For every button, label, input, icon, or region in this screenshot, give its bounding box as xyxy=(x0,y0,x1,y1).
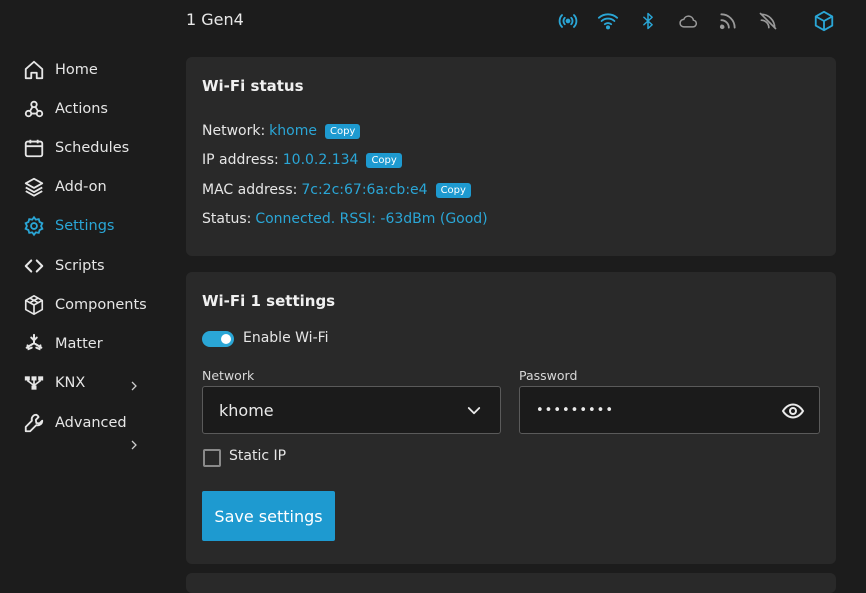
sidebar-item-advanced[interactable]: Advanced xyxy=(22,411,127,435)
rss-icon[interactable] xyxy=(716,9,740,33)
sidebar-item-label: Advanced xyxy=(55,415,127,431)
sidebar-item-label: Components xyxy=(55,297,147,313)
sidebar-item-add-on[interactable]: Add-on xyxy=(22,175,107,199)
sidebar-item-label: Add-on xyxy=(55,179,107,195)
sidebar-item-scripts[interactable]: Scripts xyxy=(22,254,105,278)
sidebar-item-components[interactable]: Components xyxy=(22,293,147,317)
status-icons xyxy=(556,9,834,33)
chevron-down-icon[interactable] xyxy=(462,399,486,423)
static-ip-checkbox[interactable] xyxy=(203,449,221,467)
sidebar-item-matter[interactable]: Matter xyxy=(22,332,103,356)
actions-icon xyxy=(22,97,46,121)
sidebar-item-label: Scripts xyxy=(55,258,105,274)
top-bar: 1 Gen4 xyxy=(0,0,866,42)
password-field[interactable]: ••••••••• xyxy=(519,386,820,434)
enable-wifi-label: Enable Wi-Fi xyxy=(243,330,329,346)
network-row: Network: khome Copy xyxy=(202,123,361,139)
sidebar-item-home[interactable]: Home xyxy=(22,58,98,82)
card-title: Wi-Fi status xyxy=(202,77,304,95)
copy-network-button[interactable]: Copy xyxy=(324,123,361,139)
sidebar-item-label: Matter xyxy=(55,336,103,352)
no-link-icon[interactable] xyxy=(756,9,780,33)
sidebar-item-label: Settings xyxy=(55,218,115,234)
network-value: khome xyxy=(269,123,317,139)
calendar-icon xyxy=(22,136,46,160)
ip-value: 10.0.2.134 xyxy=(282,152,359,168)
sidebar-item-label: Schedules xyxy=(55,140,130,156)
cloud-icon[interactable] xyxy=(676,9,700,33)
access-point-icon[interactable] xyxy=(556,9,580,33)
toggle-knob xyxy=(221,334,231,344)
wifi1-settings-card: Wi-Fi 1 settings Enable Wi-Fi Network kh… xyxy=(186,272,836,564)
mac-label: MAC address: xyxy=(202,182,298,198)
chevron-right-icon[interactable] xyxy=(128,377,140,391)
wifi-icon[interactable] xyxy=(596,9,620,33)
components-icon xyxy=(22,293,46,317)
copy-ip-button[interactable]: Copy xyxy=(366,152,402,168)
ip-row: IP address: 10.0.2.134 Copy xyxy=(202,152,402,168)
sidebar-item-label: KNX xyxy=(55,375,86,391)
status-value: Connected. RSSI: -63dBm (Good) xyxy=(255,211,488,227)
static-ip-label: Static IP xyxy=(229,448,287,464)
enable-wifi-toggle[interactable] xyxy=(202,331,234,347)
bluetooth-icon[interactable] xyxy=(636,9,660,33)
wrench-icon xyxy=(22,411,46,435)
layers-icon xyxy=(22,175,46,199)
matter-icon xyxy=(22,332,46,356)
cube-icon[interactable] xyxy=(812,9,836,33)
eye-icon[interactable] xyxy=(781,399,805,423)
sidebar-item-knx[interactable]: KNX xyxy=(22,371,85,395)
network-label: Network: xyxy=(202,123,266,139)
sidebar-item-actions[interactable]: Actions xyxy=(22,97,108,121)
ip-label: IP address: xyxy=(202,152,279,168)
network-field-label: Network xyxy=(202,368,255,383)
mac-value: 7c:2c:67:6a:cb:e4 xyxy=(301,182,428,198)
sidebar-item-label: Home xyxy=(55,62,98,78)
code-icon xyxy=(22,254,46,278)
status-label: Status: xyxy=(202,211,252,227)
save-settings-button[interactable]: Save settings xyxy=(202,491,335,541)
password-value: ••••••••• xyxy=(536,402,615,418)
mac-row: MAC address: 7c:2c:67:6a:cb:e4 Copy xyxy=(202,182,471,198)
gear-icon xyxy=(22,214,46,238)
status-row: Status: Connected. RSSI: -63dBm (Good) xyxy=(202,211,488,227)
knx-icon xyxy=(22,371,46,395)
password-field-label: Password xyxy=(519,368,578,383)
network-select-value: khome xyxy=(219,400,274,420)
sidebar-item-settings[interactable]: Settings xyxy=(22,214,114,238)
next-card xyxy=(186,573,836,593)
copy-mac-button[interactable]: Copy xyxy=(435,182,471,198)
network-select[interactable]: khome xyxy=(202,386,501,434)
card-title: Wi-Fi 1 settings xyxy=(202,292,336,310)
sidebar-item-schedules[interactable]: Schedules xyxy=(22,136,129,160)
chevron-right-icon[interactable] xyxy=(128,436,140,450)
device-title: 1 Gen4 xyxy=(186,10,244,29)
wifi-status-card: Wi-Fi status Network: khome Copy IP addr… xyxy=(186,57,836,256)
home-icon xyxy=(22,58,46,82)
sidebar-item-label: Actions xyxy=(55,101,108,117)
